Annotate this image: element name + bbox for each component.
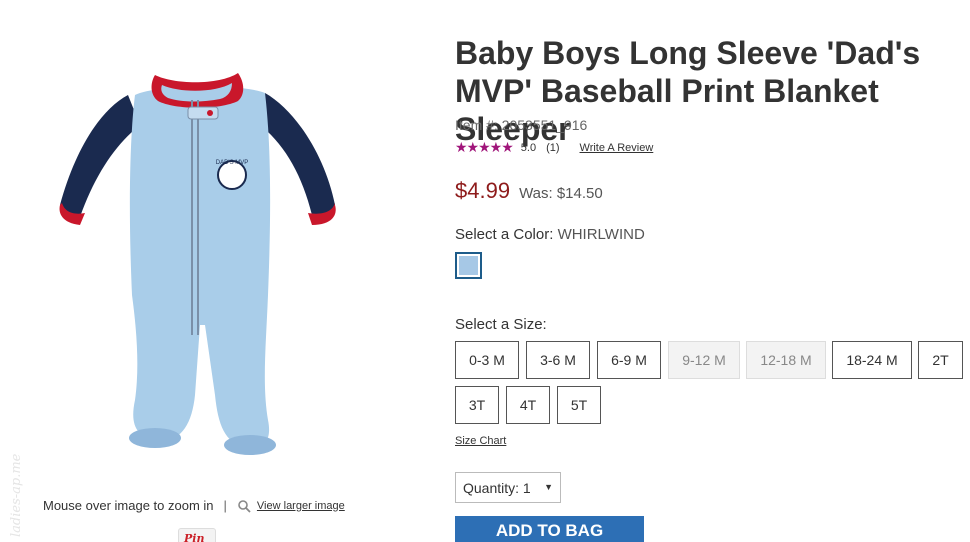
selected-color: WHIRLWIND (557, 226, 645, 243)
magnifier-icon (238, 499, 251, 513)
sale-price: $4.99 (455, 178, 511, 203)
size-option-4t[interactable]: 4T (506, 386, 550, 424)
item-number: Item #: 2053551_916 (455, 117, 588, 133)
watermark: ladies-ap.me (9, 453, 24, 537)
add-to-bag-button[interactable]: ADD TO BAG (455, 516, 644, 542)
view-larger-image-link[interactable]: View larger image (257, 500, 345, 512)
write-review-link[interactable]: Write A Review (580, 142, 654, 154)
price-row: $4.99 Was: $14.50 (455, 178, 603, 204)
size-option-9-12m[interactable]: 9-12 M (668, 341, 740, 379)
size-option-6-9m[interactable]: 6-9 M (597, 341, 661, 379)
size-option-12-18m[interactable]: 12-18 M (746, 341, 826, 379)
caret-down-icon: ▼ (544, 482, 553, 492)
quantity-select[interactable]: Quantity: 1 ▼ (455, 472, 561, 503)
star-rating-icon: ★★★★★ (455, 139, 514, 155)
product-image-panel: DAD'S MVP ladies-ap.me Mouse over image … (0, 0, 440, 542)
size-option-3t[interactable]: 3T (455, 386, 499, 424)
rating-count[interactable]: (1) (546, 142, 559, 154)
size-option-18-24m[interactable]: 18-24 M (832, 341, 912, 379)
color-swatch-whirlwind[interactable] (455, 252, 482, 279)
size-option-2t[interactable]: 2T (918, 341, 963, 379)
quantity-value: 1 (522, 479, 531, 496)
zoom-separator: | (223, 498, 227, 513)
size-option-3-6m[interactable]: 3-6 M (526, 341, 590, 379)
zoom-hint: Mouse over image to zoom in (43, 498, 214, 513)
zoom-row: Mouse over image to zoom in | View large… (43, 498, 345, 513)
size-label: Select a Size: (455, 316, 547, 333)
quantity-label: Quantity: (463, 479, 520, 496)
svg-text:ladies-ap.me: ladies-ap.me (9, 453, 24, 537)
size-chart-link[interactable]: Size Chart (455, 435, 506, 447)
patch-text: DAD'S MVP (216, 160, 248, 166)
rating-row: ★★★★★ 5.0 (1) Write A Review (455, 139, 653, 156)
was-price: Was: $14.50 (519, 185, 603, 202)
color-label: Select a Color: WHIRLWIND (455, 226, 645, 243)
pin-it-button[interactable]: Pin it (178, 528, 216, 542)
color-label-text: Select a Color: (455, 226, 554, 243)
size-option-0-3m[interactable]: 0-3 M (455, 341, 519, 379)
size-option-5t[interactable]: 5T (557, 386, 601, 424)
product-image[interactable]: DAD'S MVP (40, 55, 360, 475)
rating-value: 5.0 (520, 141, 537, 154)
